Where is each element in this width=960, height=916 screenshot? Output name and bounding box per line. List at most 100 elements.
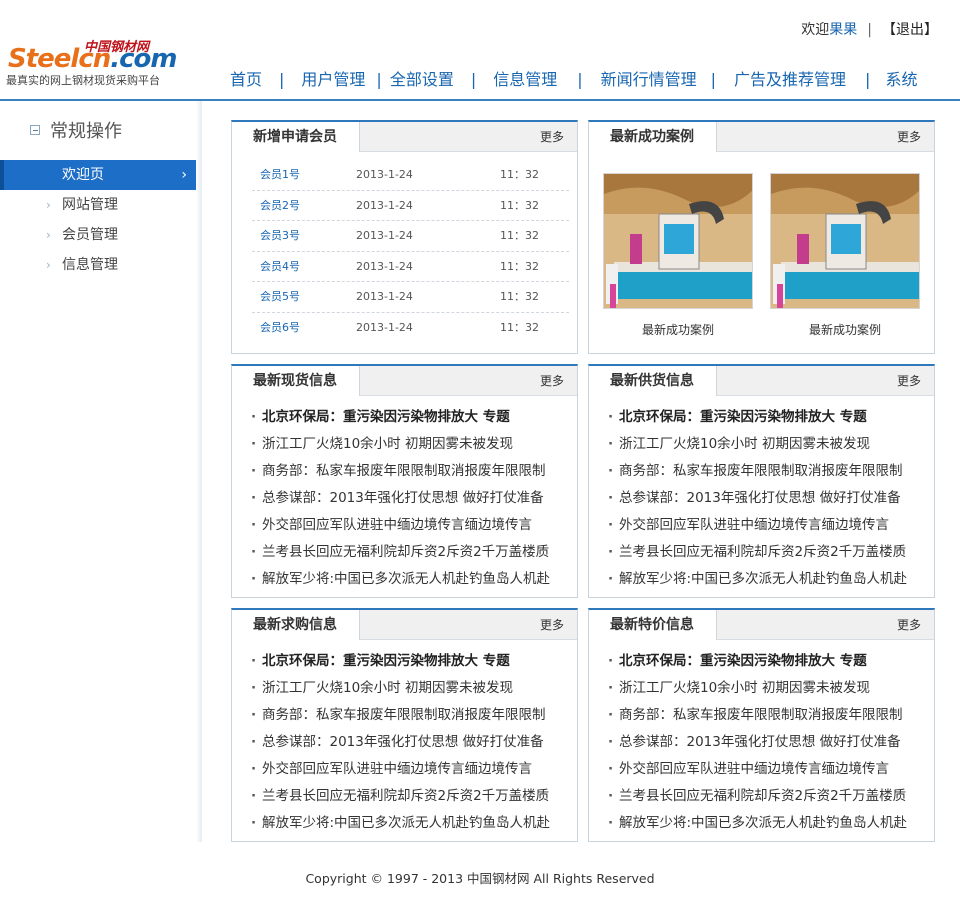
- nav-separator: |: [470, 70, 477, 89]
- member-time: 11：32: [500, 259, 539, 273]
- nav-item-system[interactable]: 系统: [885, 66, 917, 90]
- case-label[interactable]: 最新成功案例: [770, 321, 920, 338]
- news-item[interactable]: 外交部回应军队进驻中缅边境传言缅边境传言: [608, 756, 934, 783]
- news-item[interactable]: 兰考县长回应无福利院却斥资2斥资2千万盖楼质: [251, 539, 577, 566]
- news-item[interactable]: 浙江工厂火烧10余小时 初期因雾未被发现: [251, 431, 577, 458]
- sidebar-item-site[interactable]: › 网站管理: [0, 190, 201, 220]
- news-list: 北京环保局：重污染因污染物排放大 专题 浙江工厂火烧10余小时 初期因雾未被发现…: [589, 640, 934, 837]
- panel-header: 最新供货信息 更多: [589, 366, 934, 396]
- header: 中国钢材网 Steelcn.com 最真实的网上钢材现货采购平台 欢迎果果 | 【退…: [0, 0, 960, 101]
- member-date: 2013-1-24: [356, 229, 413, 242]
- list-item[interactable]: 会员3号 2013-1-24 11：32: [252, 221, 569, 252]
- news-item[interactable]: 浙江工厂火烧10余小时 初期因雾未被发现: [608, 431, 934, 458]
- news-list: 北京环保局：重污染因污染物排放大 专题 浙江工厂火烧10余小时 初期因雾未被发现…: [232, 396, 577, 593]
- news-item[interactable]: 解放军少将:中国已多次派无人机赴钓鱼岛人机赴: [251, 566, 577, 593]
- more-link[interactable]: 更多: [540, 372, 564, 389]
- news-item[interactable]: 商务部：私家车报废年限限制取消报废年限限制: [251, 458, 577, 485]
- member-name[interactable]: 会员3号: [260, 221, 300, 251]
- logout-link[interactable]: 【退出】: [882, 22, 938, 38]
- news-item[interactable]: 兰考县长回应无福利院却斥资2斥资2千万盖楼质: [608, 539, 934, 566]
- username-link[interactable]: 果果: [829, 22, 857, 38]
- news-item[interactable]: 解放军少将:中国已多次派无人机赴钓鱼岛人机赴: [608, 810, 934, 837]
- site-logo[interactable]: 中国钢材网 Steelcn.com 最真实的网上钢材现货采购平台: [6, 36, 188, 87]
- more-link[interactable]: 更多: [540, 128, 564, 145]
- sidebar-title-label: 常规操作: [50, 121, 122, 142]
- news-item[interactable]: 浙江工厂火烧10余小时 初期因雾未被发现: [608, 675, 934, 702]
- nav-separator: |: [865, 70, 871, 89]
- sidebar-item-info[interactable]: › 信息管理: [0, 250, 201, 280]
- list-item[interactable]: 会员2号 2013-1-24 11：32: [252, 191, 569, 221]
- member-name[interactable]: 会员1号: [260, 160, 300, 190]
- panel-purchase-info: 最新求购信息 更多 北京环保局：重污染因污染物排放大 专题 浙江工厂火烧10余小…: [231, 608, 578, 842]
- logo-wordmark: Steelcn.com: [8, 44, 178, 74]
- case-gallery: 最新成功案例 最新成功案例: [589, 152, 934, 352]
- more-link[interactable]: 更多: [897, 372, 921, 389]
- list-item[interactable]: 会员5号 2013-1-24 11：32: [252, 282, 569, 313]
- case-image[interactable]: [770, 173, 920, 309]
- nav-item-ads[interactable]: 广告及推荐管理: [734, 66, 846, 90]
- sidebar-title[interactable]: 常规操作: [30, 117, 122, 143]
- panel-header: 新增申请会员 更多: [232, 122, 577, 152]
- news-list: 北京环保局：重污染因污染物排放大 专题 浙江工厂火烧10余小时 初期因雾未被发现…: [589, 396, 934, 593]
- more-link[interactable]: 更多: [540, 616, 564, 633]
- news-item[interactable]: 北京环保局：重污染因污染物排放大 专题: [251, 404, 577, 431]
- news-item[interactable]: 北京环保局：重污染因污染物排放大 专题: [608, 648, 934, 675]
- member-name[interactable]: 会员5号: [260, 282, 300, 312]
- logo-wordmark-part1: Steelcn: [8, 44, 111, 74]
- nav-item-users[interactable]: 用户管理: [301, 66, 365, 90]
- more-link[interactable]: 更多: [897, 128, 921, 145]
- panel-spot-info: 最新现货信息 更多 北京环保局：重污染因污染物排放大 专题 浙江工厂火烧10余小…: [231, 364, 578, 598]
- member-name[interactable]: 会员4号: [260, 252, 300, 282]
- news-item[interactable]: 浙江工厂火烧10余小时 初期因雾未被发现: [251, 675, 577, 702]
- panel-header: 最新成功案例 更多: [589, 122, 934, 152]
- news-item[interactable]: 外交部回应军队进驻中缅边境传言缅边境传言: [251, 756, 577, 783]
- case-image[interactable]: [603, 173, 753, 309]
- sidebar-item-welcome[interactable]: 欢迎页 ›: [0, 160, 201, 190]
- member-name[interactable]: 会员6号: [260, 313, 300, 343]
- news-item[interactable]: 商务部：私家车报废年限限制取消报废年限限制: [608, 702, 934, 729]
- panel-header: 最新求购信息 更多: [232, 610, 577, 640]
- more-link[interactable]: 更多: [897, 616, 921, 633]
- case-card[interactable]: 最新成功案例: [770, 173, 920, 338]
- news-item[interactable]: 总参谋部：2013年强化打仗思想 做好打仗准备: [608, 485, 934, 512]
- panel-header: 最新现货信息 更多: [232, 366, 577, 396]
- list-item[interactable]: 会员4号 2013-1-24 11：32: [252, 252, 569, 282]
- welcome-text: 欢迎: [801, 22, 830, 38]
- news-item[interactable]: 北京环保局：重污染因污染物排放大 专题: [608, 404, 934, 431]
- main-nav: 首页 | 用户管理 | 全部设置 | 信息管理 | 新闻行情管理 | 广告及推荐管理 | 系统: [230, 66, 917, 89]
- member-date: 2013-1-24: [356, 320, 413, 334]
- news-item[interactable]: 总参谋部：2013年强化打仗思想 做好打仗准备: [251, 729, 577, 756]
- sidebar-shadow: [196, 101, 202, 842]
- news-item[interactable]: 商务部：私家车报废年限限制取消报废年限限制: [608, 458, 934, 485]
- collapse-icon[interactable]: [30, 125, 40, 135]
- news-item[interactable]: 总参谋部：2013年强化打仗思想 做好打仗准备: [251, 485, 577, 512]
- member-date: 2013-1-24: [356, 259, 413, 273]
- case-card[interactable]: 最新成功案例: [603, 173, 753, 338]
- panel-title: 最新供货信息: [589, 366, 717, 396]
- news-item[interactable]: 外交部回应军队进驻中缅边境传言缅边境传言: [608, 512, 934, 539]
- nav-separator: |: [279, 70, 285, 89]
- nav-item-news[interactable]: 新闻行情管理: [601, 66, 697, 90]
- member-date: 2013-1-24: [356, 290, 413, 303]
- news-item[interactable]: 总参谋部：2013年强化打仗思想 做好打仗准备: [608, 729, 934, 756]
- nav-item-settings[interactable]: 全部设置: [390, 66, 454, 90]
- news-item[interactable]: 解放军少将:中国已多次派无人机赴钓鱼岛人机赴: [608, 566, 934, 593]
- nav-item-home[interactable]: 首页: [230, 66, 262, 90]
- news-item[interactable]: 北京环保局：重污染因污染物排放大 专题: [251, 648, 577, 675]
- news-item[interactable]: 兰考县长回应无福利院却斥资2斥资2千万盖楼质: [608, 783, 934, 810]
- news-item[interactable]: 解放军少将:中国已多次派无人机赴钓鱼岛人机赴: [251, 810, 577, 837]
- news-item[interactable]: 商务部：私家车报废年限限制取消报废年限限制: [251, 702, 577, 729]
- list-item[interactable]: 会员1号 2013-1-24 11：32: [252, 160, 569, 191]
- nav-item-info[interactable]: 信息管理: [493, 66, 557, 90]
- case-label[interactable]: 最新成功案例: [603, 321, 753, 338]
- panel-header: 最新特价信息 更多: [589, 610, 934, 640]
- sidebar-item-members[interactable]: › 会员管理: [0, 220, 201, 250]
- news-item[interactable]: 兰考县长回应无福利院却斥资2斥资2千万盖楼质: [251, 783, 577, 810]
- member-time: 11：32: [500, 198, 539, 212]
- news-item[interactable]: 外交部回应军队进驻中缅边境传言缅边境传言: [251, 512, 577, 539]
- member-name[interactable]: 会员2号: [260, 191, 300, 221]
- sidebar-list: 欢迎页 › › 网站管理 › 会员管理 › 信息管理: [0, 160, 201, 280]
- chevron-right-icon: ›: [46, 258, 51, 272]
- sidebar: 常规操作 欢迎页 › › 网站管理 › 会员管理 › 信息管理: [0, 101, 201, 842]
- list-item[interactable]: 会员6号 2013-1-24 11：32: [252, 313, 569, 344]
